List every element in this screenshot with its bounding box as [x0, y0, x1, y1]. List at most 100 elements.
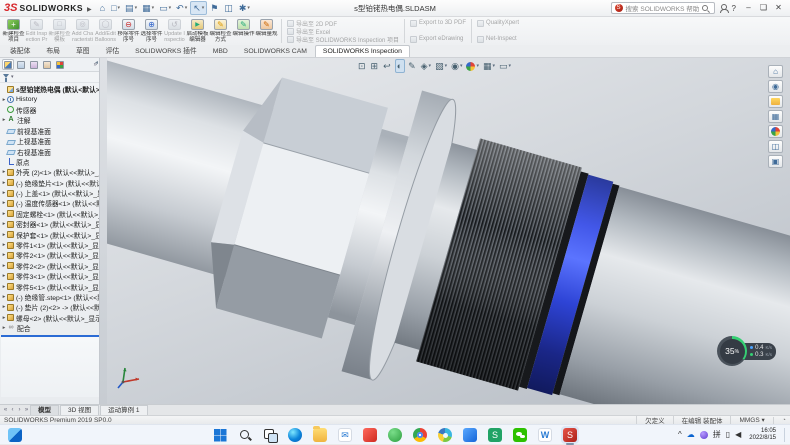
tree-item[interactable]: ▸ 零件2<2> (默认<<默认>_显示状	[1, 261, 99, 271]
export-button[interactable]: Export eDrawing	[410, 35, 466, 43]
tree-item[interactable]: ▸ 零件1<1> (默认<<默认>_显示状	[1, 240, 99, 250]
panel-viewport-splitter[interactable]	[100, 58, 107, 404]
tree-item[interactable]: ▸ 配合	[1, 323, 99, 333]
select-cursor-icon[interactable]: ↖▾	[190, 1, 207, 15]
tree-root-item[interactable]: s型铂铑热电偶 (默认<默认>_显示状态-1	[1, 84, 99, 94]
close-button[interactable]: ✕	[771, 0, 786, 16]
command-tab[interactable]: MBD	[205, 45, 236, 57]
command-tab[interactable]: SOLIDWORKS CAM	[236, 45, 315, 57]
propertymanager-tab-icon[interactable]	[15, 59, 27, 70]
section-view-icon[interactable]: ◐	[395, 59, 405, 73]
tree-item[interactable]: ▸ 密封器<1> (默认<<默认>_显示状	[1, 219, 99, 229]
tree-item[interactable]: ▸ (-) 垫片 (2)<2> -> (默认<<默认>	[1, 302, 99, 312]
ribbon-button[interactable]: Add Characteristic	[71, 18, 94, 44]
mail-icon[interactable]	[336, 426, 354, 444]
green-s-app-icon[interactable]	[486, 426, 504, 444]
tree-item[interactable]: ▸ History	[1, 94, 99, 104]
tray-expand-icon[interactable]: ^	[678, 425, 682, 445]
task-view-icon[interactable]	[261, 426, 279, 444]
command-tab[interactable]: 评估	[98, 42, 128, 57]
tree-item[interactable]: ▸ (-) 上盖<1> (默认<<默认>_显示状	[1, 188, 99, 198]
apply-scene-icon[interactable]: ▦ ▾	[482, 59, 496, 73]
panel-collapse-arrow[interactable]: ◂	[95, 59, 98, 66]
ribbon-button[interactable]: Update Inspection Project	[163, 18, 186, 44]
tree-item[interactable]: ▸ (-) 温度传感器<1> (默认<<默认>_	[1, 198, 99, 208]
command-tab[interactable]: 草图	[68, 42, 98, 57]
model-canvas[interactable]	[107, 58, 790, 404]
ribbon-button[interactable]: 启动模板编辑器	[186, 18, 209, 44]
zoom-area-icon[interactable]: ⊞	[370, 59, 381, 73]
taskbar-clock[interactable]: 16:05 2022/8/15	[749, 428, 776, 442]
print-icon[interactable]: ▭▾	[157, 1, 173, 15]
tree-item[interactable]: ▸ 外壳 (2)<1> (默认<<默认>_显示状	[1, 167, 99, 177]
help-search-input[interactable]: S 搜索 SOLIDWORKS 帮助	[611, 2, 715, 14]
home-icon[interactable]: ⌂	[98, 1, 108, 15]
appearance-wheel-icon[interactable]	[768, 125, 783, 138]
net-speed-overlay[interactable]: 35% 0.4 K/s 0.3 K/s	[717, 336, 776, 366]
new-document-icon[interactable]: □▾	[109, 1, 122, 15]
partner-button[interactable]: QualityXpert	[477, 19, 519, 27]
blue-app-icon[interactable]	[461, 426, 479, 444]
security-icon[interactable]	[700, 431, 708, 439]
tab-nav-button[interactable]: «	[2, 407, 9, 413]
phone-link-icon[interactable]: ▯	[726, 425, 730, 445]
search-icon[interactable]	[702, 5, 708, 11]
display-monitor-icon[interactable]: ▣	[768, 155, 783, 168]
tree-item[interactable]: ▸ 零件5<1> (默认<<默认>_显示状	[1, 281, 99, 291]
ribbon-button[interactable]: 移除零件序号	[117, 18, 140, 44]
export-button[interactable]: Export to 3D PDF	[410, 19, 466, 27]
menu-expand-arrow[interactable]: ▶	[87, 6, 92, 13]
file-explorer-icon[interactable]	[311, 426, 329, 444]
annotation-view-icon[interactable]: ✎	[407, 59, 418, 73]
tab-nav-button[interactable]: ‹	[9, 407, 16, 413]
tab-nav-button[interactable]: ›	[16, 407, 23, 413]
tree-item[interactable]: ▸ 固定螺栓<1> (默认<<默认>_显示	[1, 209, 99, 219]
chrome-icon[interactable]	[411, 426, 429, 444]
open-icon[interactable]: ▤▾	[123, 1, 139, 15]
solidworks-taskbar-icon[interactable]	[561, 426, 579, 444]
help-button[interactable]: ?	[732, 4, 736, 13]
onedrive-icon[interactable]: ☁	[687, 425, 695, 445]
document-tab[interactable]: 模型	[30, 405, 59, 415]
wps-icon[interactable]	[536, 426, 554, 444]
tree-item[interactable]: ▸ (-) 绝缘垫片<1> (默认<<默认>_显	[1, 178, 99, 188]
login-user-icon[interactable]	[720, 4, 727, 12]
thermocouple-model[interactable]	[107, 58, 790, 404]
undo-icon[interactable]: ↶▾	[174, 1, 189, 15]
tree-item[interactable]: 原点	[1, 157, 99, 167]
ribbon-button[interactable]: Edit Inspection Project	[25, 18, 48, 44]
tree-item[interactable]: ▸ 注解	[1, 115, 99, 125]
welcome-home-icon[interactable]: ⌂	[768, 65, 783, 78]
ribbon-button[interactable]: 编辑操作	[232, 18, 255, 44]
filter-caret-icon[interactable]: ▾	[11, 74, 14, 80]
partner-button[interactable]: Net-Inspect	[477, 35, 519, 43]
panels-icon[interactable]: ◫	[222, 1, 236, 15]
interference-icon[interactable]: ⚑	[208, 1, 221, 15]
command-tab[interactable]: SOLIDWORKS 插件	[127, 42, 205, 57]
quick-tips-icon[interactable]: ◔	[773, 417, 786, 424]
document-tab[interactable]: 3D 视图	[60, 405, 99, 415]
volume-icon[interactable]: ◀	[735, 425, 741, 445]
minimize-button[interactable]: –	[741, 0, 756, 16]
command-tab[interactable]: SOLIDWORKS Inspection	[315, 45, 410, 57]
ribbon-button[interactable]: 编辑检查方式	[209, 18, 232, 44]
ribbon-button[interactable]: 新建检查模板	[48, 18, 71, 44]
restore-button[interactable]: ❏	[756, 0, 771, 16]
tree-item[interactable]: ▸ (-) 绝缘管.step<1> (默认<<默认>	[1, 292, 99, 302]
tree-item[interactable]: ▸ 保护套<1> (默认<<默认>_显示状	[1, 229, 99, 239]
tree-item[interactable]: ▸ 零件3<1> (默认<<默认>_显示状	[1, 271, 99, 281]
hide-show-items-icon[interactable]: ◉ ▾	[450, 59, 463, 73]
command-tab[interactable]: 布局	[38, 42, 68, 57]
search-icon[interactable]	[236, 426, 254, 444]
snapshot-icon[interactable]: ▦	[768, 110, 783, 123]
ime-icon[interactable]: 拼	[713, 425, 721, 445]
displaymanager-tab-icon[interactable]	[54, 59, 66, 70]
3d-content-icon[interactable]: ◉	[768, 80, 783, 93]
export-button[interactable]: 导出至 SOLIDWORKS Inspection 项目	[287, 35, 399, 43]
store-app-icon[interactable]	[361, 426, 379, 444]
green-app-icon[interactable]	[386, 426, 404, 444]
open-folder-icon[interactable]	[768, 95, 783, 108]
command-tab[interactable]: 装配体	[2, 42, 38, 57]
ribbon-button[interactable]: 编辑量规	[255, 18, 278, 44]
wechat-icon[interactable]	[511, 426, 529, 444]
